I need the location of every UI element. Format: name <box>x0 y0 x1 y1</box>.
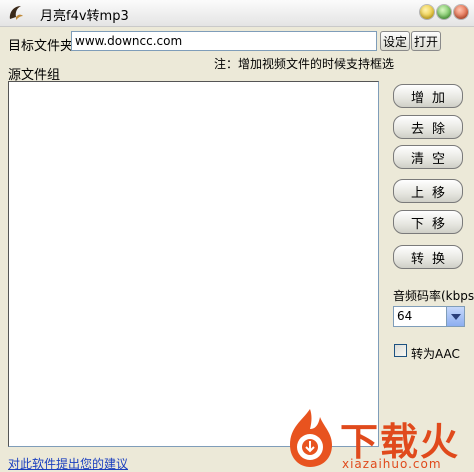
app-window: 月亮f4v转mp3 目标文件夹 设定 打开 注：增加视频文件的时候支持框选 源文… <box>0 0 474 472</box>
convert-button[interactable]: 转换 <box>393 245 463 269</box>
watermark: 下载火 xiazaihuo.com <box>280 405 474 472</box>
move-down-button[interactable]: 下移 <box>393 210 463 234</box>
source-file-list[interactable] <box>8 81 379 447</box>
maximize-button[interactable] <box>437 5 451 19</box>
flame-logo-icon <box>290 409 332 467</box>
hint-text: 注：增加视频文件的时候支持框选 <box>214 57 395 71</box>
close-button[interactable] <box>454 5 468 19</box>
bitrate-value: 64 <box>397 309 413 323</box>
watermark-url: xiazaihuo.com <box>342 457 442 471</box>
title-bar[interactable]: 月亮f4v转mp3 <box>0 0 474 27</box>
chevron-down-icon[interactable] <box>446 307 464 326</box>
settings-button[interactable]: 设定 <box>380 31 410 51</box>
target-folder-input[interactable] <box>71 31 377 51</box>
feedback-link[interactable]: 对此软件提出您的建议 <box>8 455 128 472</box>
move-up-button[interactable]: 上移 <box>393 179 463 203</box>
open-folder-button[interactable]: 打开 <box>411 31 441 51</box>
target-folder-label: 目标文件夹 <box>8 39 74 54</box>
aac-checkbox[interactable] <box>394 344 407 357</box>
aac-label: 转为AAC <box>411 347 460 361</box>
add-button[interactable]: 增加 <box>393 84 463 108</box>
remove-button[interactable]: 去除 <box>393 115 463 139</box>
bitrate-select[interactable]: 64 <box>393 306 465 327</box>
window-title: 月亮f4v转mp3 <box>40 9 129 24</box>
minimize-button[interactable] <box>420 5 434 19</box>
clear-button[interactable]: 清空 <box>393 145 463 169</box>
bitrate-label: 音频码率(kbps) <box>393 289 474 303</box>
app-icon <box>9 6 23 20</box>
